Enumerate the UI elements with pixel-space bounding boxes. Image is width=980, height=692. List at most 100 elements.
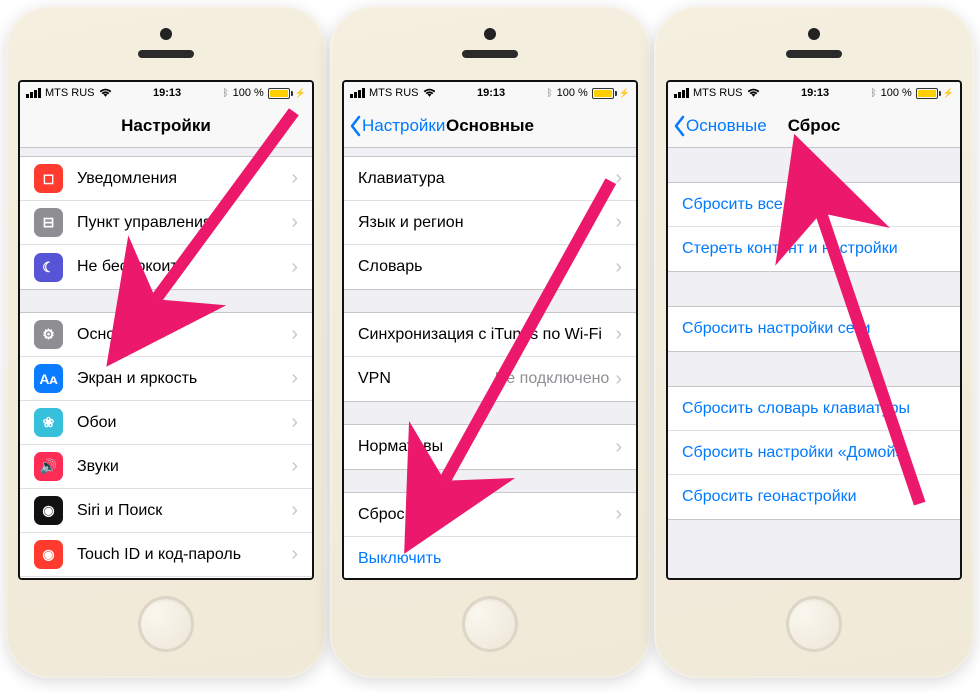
list-item-label: VPN: [358, 370, 495, 388]
general-group-3: Нормативы›: [344, 424, 636, 470]
chevron-right-icon: ›: [291, 323, 298, 346]
general-group-4: Сброс› Выключить: [344, 492, 636, 578]
status-bar: MTS RUS 19:13 ᛒ 100 % ⚡: [668, 82, 960, 104]
list-item-label: Сбросить геонастройки: [682, 488, 946, 506]
bluetooth-icon: ᛒ: [871, 88, 877, 99]
device-bottom: [6, 580, 326, 678]
chevron-right-icon: ›: [615, 167, 622, 190]
chevron-left-icon: [672, 115, 686, 137]
reset-content[interactable]: Сбросить все настройки Стереть контент и …: [668, 148, 960, 578]
list-item[interactable]: Язык и регион›: [344, 201, 636, 245]
list-item[interactable]: ⊟Пункт управления›: [20, 201, 312, 245]
back-button[interactable]: Основные: [668, 115, 767, 137]
list-item[interactable]: ◉Siri и Поиск›: [20, 489, 312, 533]
chevron-right-icon: ›: [615, 211, 622, 234]
list-item-label: Touch ID и код-пароль: [77, 546, 291, 564]
list-item[interactable]: Клавиатура›: [344, 157, 636, 201]
battery-icon: [268, 88, 293, 99]
home-button[interactable]: [786, 596, 842, 652]
bluetooth-icon: ᛒ: [547, 88, 553, 99]
chevron-right-icon: ›: [615, 436, 622, 459]
speaker: [786, 50, 842, 58]
battery-pct: 100 %: [233, 87, 264, 99]
list-item[interactable]: Сбросить словарь клавиатуры: [668, 387, 960, 431]
list-item[interactable]: ⚙︎Основные›: [20, 313, 312, 357]
list-item-label: Обои: [77, 414, 291, 432]
device-bottom: [654, 580, 974, 678]
home-button[interactable]: [462, 596, 518, 652]
list-item[interactable]: ❀ Обои›: [20, 401, 312, 445]
list-item-label: Выключить: [358, 550, 622, 568]
battery-icon: [592, 88, 617, 99]
list-item[interactable]: Стереть контент и настройки: [668, 227, 960, 271]
settings-content[interactable]: ◻︎Уведомления› ⊟ Пункт управления › ☾Не бесп…: [20, 148, 312, 578]
list-item-label: Уведомления: [77, 170, 291, 188]
list-item[interactable]: 🔊Звуки›: [20, 445, 312, 489]
wallpaper-icon: ❀: [34, 408, 63, 437]
device-top: [654, 6, 974, 80]
settings-group-1: ◻︎Уведомления› ⊟ Пункт управления › ☾Не бесп…: [20, 156, 312, 290]
list-item[interactable]: Сбросить настройки «Домой»: [668, 431, 960, 475]
status-time: 19:13: [436, 87, 547, 99]
list-item-label: Сбросить настройки сети: [682, 320, 946, 338]
chevron-right-icon: ›: [291, 367, 298, 390]
carrier-label: MTS RUS: [45, 87, 95, 99]
nav-bar: Основные Сброс: [668, 104, 960, 148]
chevron-right-icon: ›: [291, 411, 298, 434]
list-item[interactable]: ☾Не беспокоить›: [20, 245, 312, 289]
battery-pct: 100 %: [881, 87, 912, 99]
device-1: MTS RUS 19:13 ᛒ 100 % ⚡ Настройки ◻︎Увед…: [6, 6, 326, 678]
list-item-label: Сброс: [358, 506, 615, 524]
status-bar: MTS RUS 19:13 ᛒ 100 % ⚡: [344, 82, 636, 104]
battery-icon: [916, 88, 941, 99]
status-bar: MTS RUS 19:13 ᛒ 100 % ⚡: [20, 82, 312, 104]
device-top: [330, 6, 650, 80]
device-bottom: [330, 580, 650, 678]
list-item[interactable]: Нормативы›: [344, 425, 636, 469]
control-center-icon: ⊟: [34, 208, 63, 237]
list-item[interactable]: Сбросить все настройки: [668, 183, 960, 227]
list-item-label: Нормативы: [358, 438, 615, 456]
device-top: [6, 6, 326, 80]
list-item[interactable]: Словарь›: [344, 245, 636, 289]
list-item[interactable]: Синхронизация с iTunes по Wi-Fi›: [344, 313, 636, 357]
wifi-icon: [747, 88, 760, 98]
list-item-label: Сбросить словарь клавиатуры: [682, 400, 946, 418]
chevron-right-icon: ›: [615, 256, 622, 279]
signal-icon: [674, 88, 689, 98]
list-item-detail: Не подключено: [495, 370, 610, 388]
list-item-label: Словарь: [358, 258, 615, 276]
back-label: Основные: [686, 116, 767, 136]
speaker: [138, 50, 194, 58]
list-item[interactable]: ◻︎Уведомления›: [20, 157, 312, 201]
list-item[interactable]: VPNНе подключено›: [344, 357, 636, 401]
back-button[interactable]: Настройки: [344, 115, 445, 137]
list-item[interactable]: ◉Touch ID и код-пароль›: [20, 533, 312, 577]
status-time: 19:13: [112, 87, 223, 99]
chevron-right-icon: ›: [615, 323, 622, 346]
chevron-right-icon: ›: [291, 543, 298, 566]
list-item[interactable]: AᴀЭкран и яркость›: [20, 357, 312, 401]
front-camera: [808, 28, 820, 40]
charging-icon: ⚡: [295, 88, 306, 99]
list-item-label: Пункт управления: [77, 214, 291, 232]
bluetooth-icon: ᛒ: [223, 88, 229, 99]
reset-group-2: Сбросить настройки сети: [668, 306, 960, 352]
general-content[interactable]: Клавиатура›Язык и регион›Словарь› Синхро…: [344, 148, 636, 578]
list-item[interactable]: Сбросить геонастройки: [668, 475, 960, 519]
list-item-label: Стереть контент и настройки: [682, 240, 946, 258]
sounds-icon: 🔊: [34, 452, 63, 481]
screen-reset: MTS RUS 19:13 ᛒ 100 % ⚡ Основные Сброс: [666, 80, 962, 580]
list-item-label: Синхронизация с iTunes по Wi-Fi: [358, 326, 615, 344]
list-item[interactable]: Сброс›: [344, 493, 636, 537]
list-item[interactable]: SOSЭкстренный вызов — SOS›: [20, 577, 312, 578]
list-item[interactable]: Сбросить настройки сети: [668, 307, 960, 351]
chevron-right-icon: ›: [291, 167, 298, 190]
signal-icon: [350, 88, 365, 98]
list-item-label: Основные: [77, 326, 291, 344]
home-button[interactable]: [138, 596, 194, 652]
front-camera: [484, 28, 496, 40]
list-item-label: Сбросить все настройки: [682, 196, 946, 214]
list-item-label: Сбросить настройки «Домой»: [682, 444, 946, 462]
list-item[interactable]: Выключить: [344, 537, 636, 578]
